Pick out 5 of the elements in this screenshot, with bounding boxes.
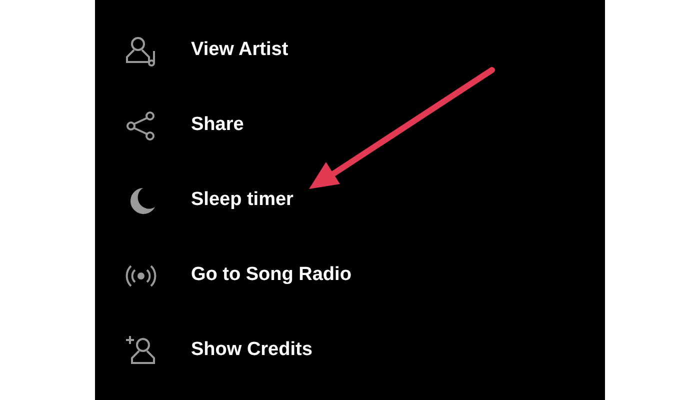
menu-item[interactable]: View Artist [191, 36, 288, 65]
menu-item[interactable]: Go to Song Radio [191, 261, 352, 290]
menu-item[interactable]: Show Credits [191, 336, 312, 365]
menu-item[interactable]: Share [191, 111, 244, 140]
menu-item[interactable]: Sleep timer [191, 186, 294, 215]
